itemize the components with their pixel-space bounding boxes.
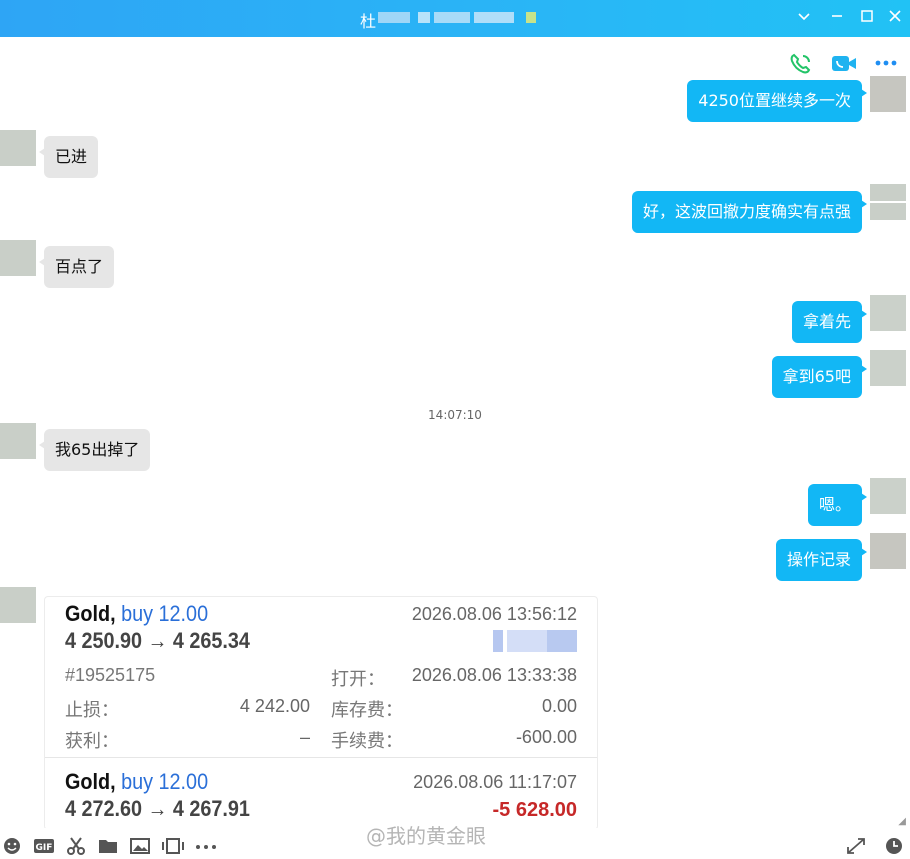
sl-value: 4 242.00 bbox=[239, 696, 310, 716]
contact-avatar[interactable] bbox=[0, 423, 36, 459]
trade-prices: 4 272.60 → 4 267.91 bbox=[65, 796, 250, 821]
message-out[interactable]: 拿着先 bbox=[791, 301, 868, 343]
tp-label: 获利： bbox=[65, 731, 119, 751]
minimize-icon[interactable] bbox=[826, 7, 848, 29]
contact-avatar[interactable] bbox=[0, 130, 36, 166]
open-time: 2026.08.06 13:33:38 bbox=[411, 665, 577, 685]
my-avatar[interactable] bbox=[870, 350, 906, 386]
more-icon[interactable] bbox=[874, 52, 900, 76]
commission-value: -600.00 bbox=[515, 727, 577, 747]
folder-icon[interactable] bbox=[98, 837, 118, 855]
commission-label: 手续费： bbox=[331, 731, 403, 751]
trade-profit: -5 628.00 bbox=[492, 799, 577, 821]
my-avatar[interactable] bbox=[870, 478, 906, 514]
message-out[interactable]: 拿到65吧 bbox=[771, 356, 868, 398]
trade-symbol: Gold, buy 12.00 bbox=[65, 601, 208, 627]
swap-label: 库存费： bbox=[331, 700, 403, 720]
my-avatar[interactable] bbox=[870, 76, 906, 112]
video-call-icon[interactable] bbox=[830, 52, 856, 76]
emoji-icon[interactable] bbox=[2, 837, 22, 855]
open-label: 打开： bbox=[331, 669, 385, 689]
maximize-icon[interactable] bbox=[856, 7, 878, 29]
my-avatar[interactable] bbox=[870, 295, 906, 331]
tp-value: – bbox=[299, 727, 310, 747]
trade-close-time: 2026.08.06 13:56:12 bbox=[411, 604, 577, 624]
expand-icon[interactable] bbox=[846, 837, 866, 855]
trade-symbol: Gold, buy 12.00 bbox=[65, 769, 208, 795]
history-icon[interactable] bbox=[884, 837, 904, 855]
contact-avatar[interactable] bbox=[0, 587, 36, 623]
chat-title: 杜 bbox=[360, 12, 377, 31]
watermark: @我的黄金眼 bbox=[366, 824, 486, 848]
trade-side: buy 12.00 bbox=[121, 769, 209, 794]
blurred-profit bbox=[493, 630, 577, 652]
message-in[interactable]: 百点了 bbox=[38, 246, 115, 288]
title-bar: 杜 bbox=[0, 0, 910, 37]
message-in[interactable]: 已进 bbox=[38, 136, 99, 178]
trade-close-time: 2026.08.06 11:17:07 bbox=[413, 772, 577, 792]
trade-symbol-name: Gold, bbox=[65, 601, 116, 626]
screen-capture-icon[interactable] bbox=[162, 837, 184, 855]
message-out[interactable]: 操作记录 bbox=[775, 539, 868, 581]
message-in[interactable]: 我65出掉了 bbox=[38, 429, 151, 471]
my-avatar[interactable] bbox=[870, 184, 906, 220]
message-out[interactable]: 4250位置继续多一次 bbox=[687, 80, 867, 122]
title-blurred-name bbox=[378, 12, 536, 23]
my-avatar[interactable] bbox=[870, 533, 906, 569]
phone-icon[interactable] bbox=[788, 52, 814, 76]
chevron-down-icon[interactable] bbox=[793, 7, 815, 29]
image-icon[interactable] bbox=[130, 837, 150, 855]
contact-avatar[interactable] bbox=[0, 240, 36, 276]
trade-divider bbox=[45, 757, 597, 758]
scissors-icon[interactable] bbox=[66, 837, 86, 855]
ticket-number: #19525175 bbox=[65, 665, 156, 685]
sl-label: 止损： bbox=[65, 700, 119, 720]
trade-side: buy 12.00 bbox=[121, 601, 209, 626]
trade-prices: 4 250.90 → 4 265.34 bbox=[65, 628, 250, 653]
gif-icon[interactable]: GIF bbox=[33, 837, 54, 855]
swap-value: 0.00 bbox=[541, 696, 577, 716]
trade-record-image[interactable]: Gold, buy 12.00 2026.08.06 13:56:12 4 25… bbox=[44, 596, 598, 830]
message-out[interactable]: 好，这波回撤力度确实有点强 bbox=[631, 191, 868, 233]
svg-text:GIF: GIF bbox=[36, 843, 53, 853]
resize-grip-icon[interactable]: ◢ bbox=[898, 816, 906, 827]
more-tools-icon[interactable] bbox=[195, 837, 216, 855]
close-icon[interactable] bbox=[884, 7, 906, 29]
message-out[interactable]: 嗯。 bbox=[807, 484, 868, 526]
time-separator: 14:07:10 bbox=[428, 408, 482, 422]
trade-symbol-name: Gold, bbox=[65, 769, 116, 794]
